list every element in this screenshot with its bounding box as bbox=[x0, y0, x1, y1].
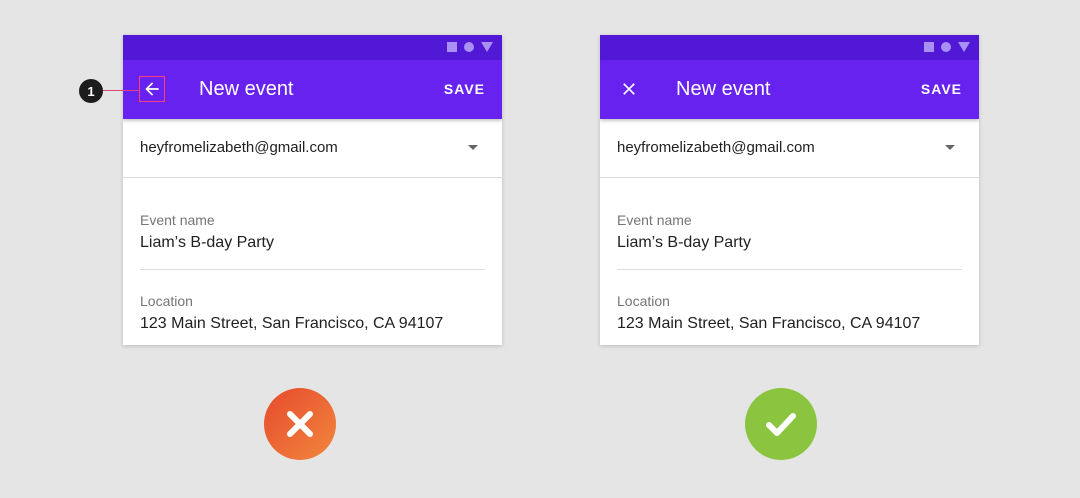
dropdown-arrow-icon bbox=[468, 145, 478, 150]
account-email: heyfromelizabeth@gmail.com bbox=[617, 139, 815, 156]
page-title: New event bbox=[676, 78, 771, 100]
location-value: 123 Main Street, San Francisco, CA 94107 bbox=[140, 315, 444, 332]
event-name-field[interactable]: Event name Liam’s B-day Party bbox=[617, 212, 962, 270]
account-email: heyfromelizabeth@gmail.com bbox=[140, 139, 338, 156]
save-button[interactable]: SAVE bbox=[921, 60, 962, 119]
checkmark-icon bbox=[766, 413, 796, 436]
status-square-icon bbox=[447, 42, 457, 52]
phone-incorrect-example: New event SAVE heyfromelizabeth@gmail.co… bbox=[123, 35, 502, 345]
status-bar bbox=[600, 35, 979, 60]
account-selector[interactable]: heyfromelizabeth@gmail.com bbox=[600, 119, 979, 178]
arrow-back-icon bbox=[145, 82, 159, 96]
dropdown-arrow-icon bbox=[945, 145, 955, 150]
status-bar bbox=[123, 35, 502, 60]
save-button[interactable]: SAVE bbox=[444, 60, 485, 119]
event-name-field[interactable]: Event name Liam’s B-day Party bbox=[140, 212, 485, 270]
location-label: Location bbox=[617, 293, 670, 309]
event-name-value: Liam’s B-day Party bbox=[617, 234, 751, 251]
page-title: New event bbox=[199, 78, 294, 100]
status-circle-icon bbox=[464, 42, 474, 52]
account-selector[interactable]: heyfromelizabeth@gmail.com bbox=[123, 119, 502, 178]
location-field[interactable]: Location 123 Main Street, San Francisco,… bbox=[140, 293, 485, 345]
location-value: 123 Main Street, San Francisco, CA 94107 bbox=[617, 315, 921, 332]
incorrect-badge bbox=[264, 388, 336, 460]
app-bar: New event SAVE bbox=[600, 60, 979, 119]
event-name-label: Event name bbox=[617, 212, 692, 228]
phone-correct-example: New event SAVE heyfromelizabeth@gmail.co… bbox=[600, 35, 979, 345]
callout-marker-1: 1 bbox=[79, 79, 103, 103]
location-label: Location bbox=[140, 293, 193, 309]
event-name-value: Liam’s B-day Party bbox=[140, 234, 274, 251]
location-field[interactable]: Location 123 Main Street, San Francisco,… bbox=[617, 293, 962, 345]
close-icon bbox=[623, 83, 635, 95]
status-circle-icon bbox=[941, 42, 951, 52]
status-triangle-icon bbox=[481, 42, 493, 52]
back-button[interactable] bbox=[139, 76, 165, 102]
close-button[interactable] bbox=[617, 77, 641, 101]
event-name-label: Event name bbox=[140, 212, 215, 228]
cross-icon bbox=[287, 411, 313, 437]
status-square-icon bbox=[924, 42, 934, 52]
app-bar: New event SAVE bbox=[123, 60, 502, 119]
callout-leader-line bbox=[103, 90, 140, 91]
status-triangle-icon bbox=[958, 42, 970, 52]
correct-badge bbox=[745, 388, 817, 460]
